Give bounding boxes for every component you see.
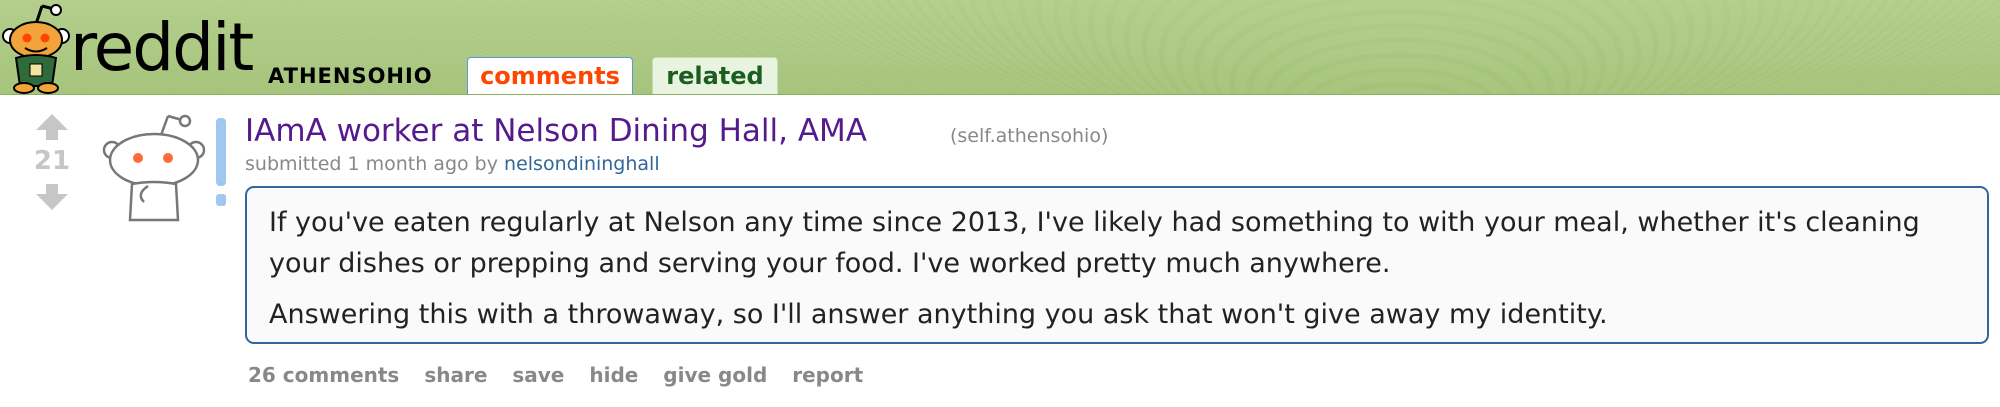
vote-box: 21 [28, 112, 76, 212]
post-score: 21 [33, 146, 71, 176]
selftext-paragraph: Answering this with a throwaway, so I'll… [269, 299, 1608, 330]
comments-link[interactable]: 26 comments [248, 363, 399, 387]
give-gold-link[interactable]: give gold [663, 363, 767, 387]
downvote-arrow-icon[interactable] [28, 182, 76, 212]
reddit-logo[interactable]: reddit [0, 0, 254, 94]
post-tagline: submitted 1 month ago by nelsondininghal… [245, 152, 660, 176]
save-link[interactable]: save [512, 363, 564, 387]
header-banner: reddit ATHENSOHIO comments related [0, 0, 2000, 95]
post-domain[interactable]: (self.athensohio) [950, 124, 1108, 148]
post-selftext: If you've eaten regularly at Nelson any … [245, 186, 1989, 344]
tab-related[interactable]: related [652, 57, 778, 94]
post-title[interactable]: IAmA worker at Nelson Dining Hall, AMA [245, 112, 867, 150]
tagline-submitted-text: submitted 1 month ago by [245, 153, 505, 175]
snoo-mascot-icon [2, 4, 70, 94]
site-wordmark: reddit [70, 9, 254, 86]
share-link[interactable]: share [424, 363, 487, 387]
post-author-link[interactable]: nelsondininghall [504, 153, 660, 175]
post-buttons: 26 comments share save hide give gold re… [248, 363, 881, 387]
self-post-alien-icon[interactable] [96, 108, 242, 226]
selftext-paragraph: If you've eaten regularly at Nelson any … [269, 207, 1920, 279]
report-link[interactable]: report [792, 363, 863, 387]
tab-comments[interactable]: comments [467, 57, 633, 94]
hide-link[interactable]: hide [589, 363, 638, 387]
upvote-arrow-icon[interactable] [28, 112, 76, 142]
subreddit-name[interactable]: ATHENSOHIO [268, 64, 433, 88]
